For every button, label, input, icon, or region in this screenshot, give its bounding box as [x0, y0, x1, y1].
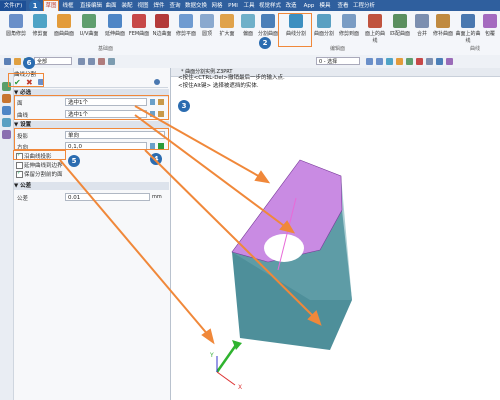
x-axis — [216, 371, 236, 386]
viewport-graphics — [59, 105, 352, 386]
x-axis-label: X — [238, 384, 243, 391]
y-axis-label: Y — [210, 352, 214, 359]
y-axis-arrow — [215, 344, 238, 373]
